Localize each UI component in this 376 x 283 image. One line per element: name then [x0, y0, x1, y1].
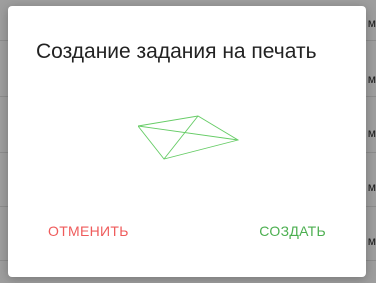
cancel-button[interactable]: ОТМЕНИТЬ: [48, 219, 129, 243]
wireframe-sheet-icon: [138, 115, 240, 160]
dialog-title: Создание задания на печать: [36, 40, 317, 63]
background-row-text: м: [367, 180, 376, 194]
background-row-text: м: [367, 234, 376, 248]
background-row-text: м: [367, 16, 376, 30]
sheet-diagonal: [163, 115, 199, 160]
print-job-dialog: Создание задания на печать ОТМЕНИТЬ СОЗД…: [8, 6, 366, 277]
background-row-text: м: [367, 126, 376, 140]
create-button[interactable]: СОЗДАТЬ: [259, 219, 326, 243]
background-row-text: м: [367, 72, 376, 86]
